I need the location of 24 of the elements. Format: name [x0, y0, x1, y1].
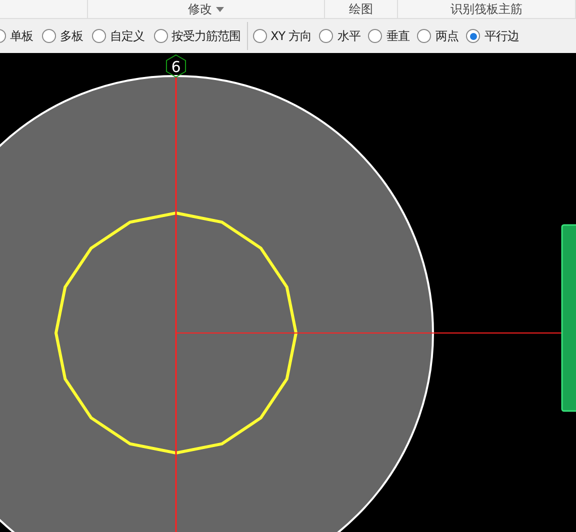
radio-button[interactable]: [252, 29, 266, 43]
radio-option[interactable]: 单板: [0, 27, 33, 45]
radio-button[interactable]: [417, 29, 432, 43]
radio-button[interactable]: [154, 29, 168, 43]
caret-icon[interactable]: [216, 6, 224, 12]
radio-button[interactable]: [42, 29, 56, 43]
radio-option[interactable]: 水平: [319, 27, 360, 45]
radio-option[interactable]: 多板: [42, 27, 83, 45]
radio-option[interactable]: XY 方向: [252, 27, 312, 45]
ribbon-group-label: 绘图: [349, 1, 373, 18]
radio-button[interactable]: [368, 29, 382, 43]
radio-button[interactable]: [92, 29, 106, 43]
ribbon-group-label: 修改: [188, 1, 212, 18]
drawing-canvas[interactable]: 6: [0, 53, 576, 532]
radio-option[interactable]: 自定义: [92, 27, 144, 45]
radio-option[interactable]: 平行边: [466, 27, 519, 45]
ribbon-group-label: 识别筏板主筋: [450, 1, 522, 18]
axis-marker: [166, 54, 186, 78]
radio-option[interactable]: 按受力筋范围: [154, 27, 240, 45]
radio-button[interactable]: [319, 29, 334, 43]
radio-button[interactable]: [466, 29, 480, 43]
radio-option[interactable]: 垂直: [368, 27, 410, 45]
axis-label: 6: [171, 58, 181, 76]
radio-option[interactable]: 两点: [417, 27, 458, 45]
